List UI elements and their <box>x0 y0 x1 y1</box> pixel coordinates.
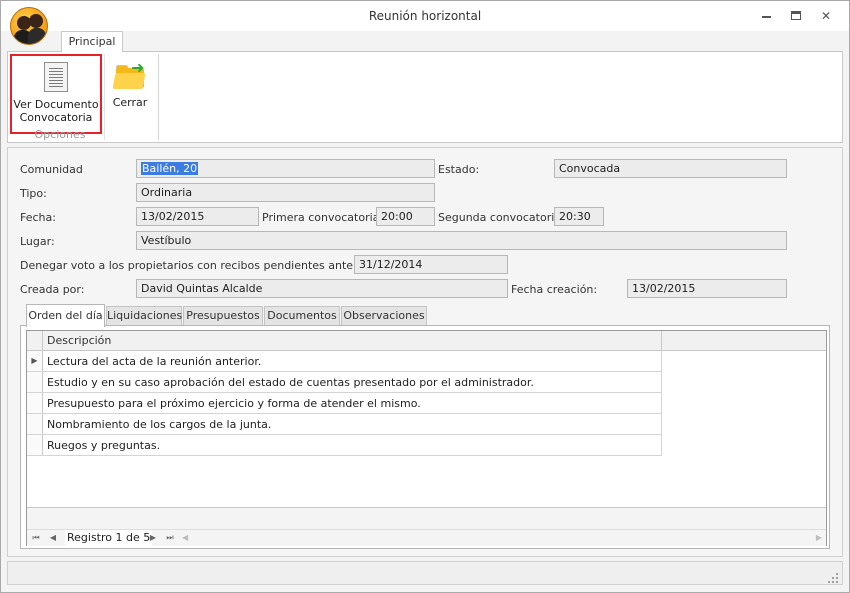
close-button[interactable]: ✕ <box>815 7 837 25</box>
table-cell[interactable]: Ruegos y preguntas. <box>43 435 662 455</box>
minimize-button[interactable] <box>755 7 777 25</box>
grid-footer <box>27 507 826 529</box>
scroll-right-icon[interactable]: ▶ <box>816 532 822 544</box>
document-icon <box>44 62 68 92</box>
tab-documentos[interactable]: Documentos <box>264 306 340 326</box>
table-cell[interactable]: Presupuesto para el próximo ejercicio y … <box>43 393 662 413</box>
table-cell[interactable]: Nombramiento de los cargos de la junta. <box>43 414 662 434</box>
main-window: Reunión horizontal ✕ Principal Ver Docum… <box>0 0 850 593</box>
grid-header: Descripción <box>27 331 826 351</box>
tab-observaciones[interactable]: Observaciones <box>341 306 427 326</box>
tipo-label: Tipo: <box>20 187 47 200</box>
comunidad-field[interactable]: Bailén, 20 <box>136 159 435 178</box>
current-row-indicator-icon: ▶ <box>27 351 43 371</box>
fecha-field[interactable]: 13/02/2015 <box>136 207 259 226</box>
denegar-voto-field[interactable]: 31/12/2014 <box>354 255 508 274</box>
fecha-label: Fecha: <box>20 211 56 224</box>
status-bar <box>7 561 843 585</box>
creada-por-field[interactable]: David Quintas Alcalde <box>136 279 508 298</box>
ribbon-tab-principal[interactable]: Principal <box>61 31 123 52</box>
prev-record-icon[interactable]: ◀ <box>46 531 60 545</box>
table-cell[interactable]: Estudio y en su caso aprobación del esta… <box>43 372 662 392</box>
ver-documento-line1: Ver Documento <box>13 98 99 111</box>
row-indicator <box>27 372 43 392</box>
estado-label: Estado: <box>438 163 480 176</box>
last-record-icon[interactable]: ⏭ <box>163 531 177 545</box>
ver-documento-line2: Convocatoria <box>19 111 93 124</box>
ribbon-separator <box>104 54 105 140</box>
cerrar-button[interactable]: ➜ Cerrar <box>108 54 152 109</box>
minimize-icon <box>762 16 771 18</box>
comunidad-label: Comunidad <box>20 163 83 176</box>
next-record-icon[interactable]: ▶ <box>146 531 160 545</box>
table-row[interactable]: ▶ Lectura del acta de la reunión anterio… <box>27 351 662 372</box>
denegar-voto-label: Denegar voto a los propietarios con reci… <box>20 259 399 272</box>
column-header-descripcion[interactable]: Descripción <box>43 331 662 350</box>
horizontal-scrollbar[interactable]: ◀ ▶ <box>182 532 822 544</box>
first-record-icon[interactable]: ⏮ <box>29 531 43 545</box>
ribbon-group-label: Opciones <box>34 128 86 141</box>
record-counter: Registro 1 de 5 <box>65 530 153 546</box>
table-row[interactable]: Presupuesto para el próximo ejercicio y … <box>27 393 662 414</box>
row-indicator <box>27 435 43 455</box>
primera-convocatoria-field[interactable]: 20:00 <box>376 207 435 226</box>
window-title: Reunión horizontal <box>368 9 482 23</box>
maximize-button[interactable] <box>785 7 807 25</box>
segunda-convocatoria-label: Segunda convocatoria: <box>438 211 565 224</box>
tab-presupuestos[interactable]: Presupuestos <box>183 306 263 326</box>
tab-liquidaciones[interactable]: Liquidaciones <box>106 306 182 326</box>
table-row[interactable]: Estudio y en su caso aprobación del esta… <box>27 372 662 393</box>
resize-grip-icon[interactable] <box>827 573 839 585</box>
cerrar-label: Cerrar <box>112 96 148 109</box>
segunda-convocatoria-field[interactable]: 20:30 <box>554 207 604 226</box>
ribbon-group-separator <box>158 54 159 140</box>
ribbon: Ver Documento Convocatoria ➜ Cerrar Opci… <box>7 51 843 143</box>
grid-corner <box>27 331 43 350</box>
folder-exit-icon: ➜ <box>112 60 146 90</box>
fecha-creacion-field[interactable]: 13/02/2015 <box>627 279 787 298</box>
maximize-icon <box>791 11 801 20</box>
row-indicator <box>27 414 43 434</box>
comunidad-value: Bailén, 20 <box>141 162 199 175</box>
record-navigator: ⏮ ◀ Registro 1 de 5 ▶ ⏭ ◀ ▶ <box>27 529 826 546</box>
primera-convocatoria-label: Primera convocatoria: <box>262 211 384 224</box>
agenda-grid[interactable]: Descripción ▶ Lectura del acta de la reu… <box>26 330 827 546</box>
tipo-field[interactable]: Ordinaria <box>136 183 435 202</box>
app-icon[interactable] <box>10 7 48 45</box>
tab-page-orden-del-dia: Descripción ▶ Lectura del acta de la reu… <box>20 325 830 549</box>
meeting-form: Comunidad Bailén, 20 Estado: Convocada T… <box>7 147 843 557</box>
estado-field[interactable]: Convocada <box>554 159 787 178</box>
title-bar: Reunión horizontal ✕ <box>1 1 849 31</box>
tab-orden-del-dia[interactable]: Orden del día <box>26 304 105 327</box>
fecha-creacion-label: Fecha creación: <box>511 283 598 296</box>
lugar-field[interactable]: Vestíbulo <box>136 231 787 250</box>
ver-documento-convocatoria-button[interactable]: Ver Documento Convocatoria <box>10 54 102 134</box>
creada-por-label: Creada por: <box>20 283 85 296</box>
row-indicator <box>27 393 43 413</box>
table-row[interactable]: Nombramiento de los cargos de la junta. <box>27 414 662 435</box>
table-row[interactable]: Ruegos y preguntas. <box>27 435 662 456</box>
table-cell[interactable]: Lectura del acta de la reunión anterior. <box>43 351 662 371</box>
scroll-left-icon[interactable]: ◀ <box>182 532 188 544</box>
lugar-label: Lugar: <box>20 235 55 248</box>
